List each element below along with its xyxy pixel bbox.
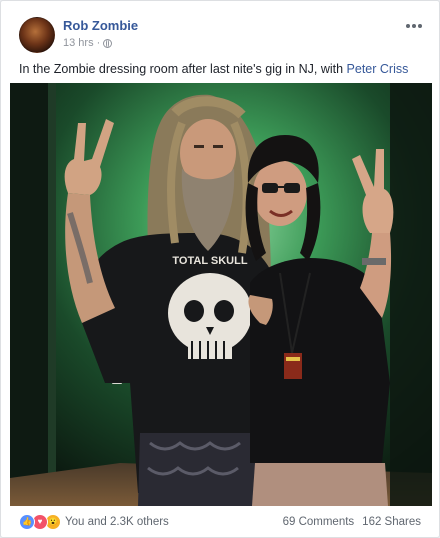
tagged-person-link[interactable]: Peter Criss <box>347 62 409 76</box>
post-footer: 👍 ♥ 😮 You and 2.3K others 69 Comments 16… <box>1 506 439 537</box>
caption-text: In the Zombie dressing room after last n… <box>19 62 347 76</box>
reactions-summary[interactable]: 👍 ♥ 😮 You and 2.3K others <box>19 513 169 530</box>
engagement-counts: 69 Comments 162 Shares <box>283 516 421 528</box>
post-timestamp[interactable]: 13 hrs <box>63 37 94 49</box>
post-card: Rob Zombie 13 hrs · In the Zombie dressi… <box>0 0 440 538</box>
photo-illustration: TOTAL SKULL <box>10 83 432 506</box>
meta-separator: · <box>96 37 101 49</box>
shares-count[interactable]: 162 Shares <box>362 516 421 528</box>
post-caption: In the Zombie dressing room after last n… <box>19 62 427 76</box>
post-photo[interactable]: TOTAL SKULL <box>10 83 432 506</box>
like-reaction-icon: 👍 <box>19 513 35 530</box>
post-header: Rob Zombie 13 hrs · <box>19 17 429 55</box>
author-avatar[interactable] <box>19 17 55 53</box>
post-meta: 13 hrs · <box>63 37 113 49</box>
globe-icon[interactable] <box>103 38 113 48</box>
more-options-icon[interactable] <box>403 19 425 33</box>
author-name[interactable]: Rob Zombie <box>63 18 138 33</box>
reaction-count-text[interactable]: You and 2.3K others <box>65 516 169 528</box>
shirt-text: TOTAL SKULL <box>172 255 247 267</box>
comments-count[interactable]: 69 Comments <box>283 516 355 528</box>
